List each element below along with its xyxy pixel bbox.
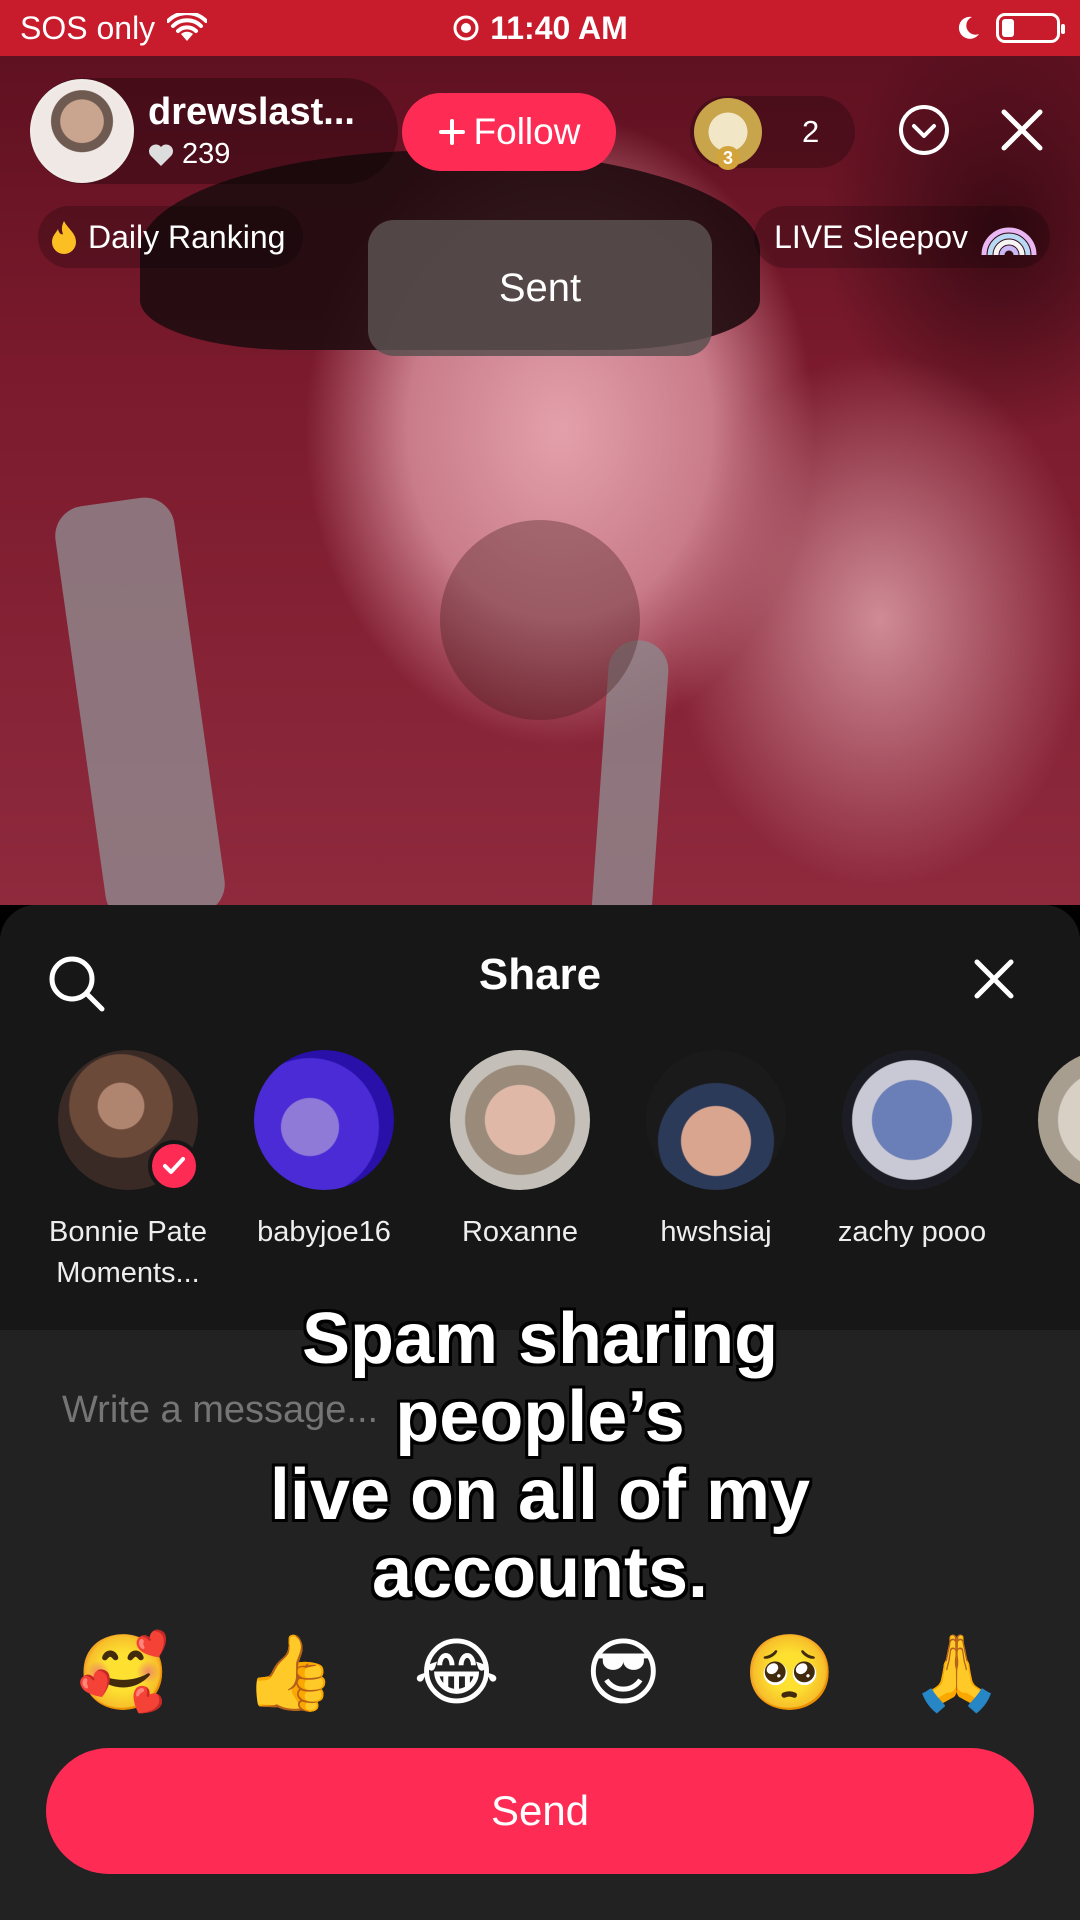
contact-item[interactable]: Roxanne	[422, 1050, 618, 1253]
contact-name: babyjoe16	[257, 1216, 391, 1248]
close-icon	[974, 959, 1014, 999]
viewer-rank-badge: 3	[716, 146, 740, 170]
close-icon	[1001, 109, 1043, 151]
contact-avatar	[842, 1050, 982, 1190]
flame-icon	[52, 221, 76, 254]
clock: 11:40 AM	[490, 9, 628, 46]
emoji-sunglasses[interactable]: 😎	[573, 1628, 673, 1718]
moon-icon	[958, 16, 979, 39]
caption-line-3: accounts.	[371, 1533, 709, 1613]
emoji-smiling-hearts[interactable]: 🥰	[73, 1628, 173, 1718]
live-sleepover-pill[interactable]: LIVE Sleepov	[754, 206, 1050, 268]
contact-item[interactable]: jose	[1010, 1050, 1080, 1253]
rainbow-icon	[981, 227, 1037, 256]
host-name: drewslast...	[148, 91, 355, 133]
emoji-tears-of-joy[interactable]: 😂	[407, 1628, 507, 1718]
contact-avatar	[254, 1050, 394, 1190]
host-avatar[interactable]	[30, 79, 134, 183]
contact-name: Bonnie Pate Moments...	[48, 1216, 207, 1289]
video-caption: Spam sharing people’s live on all of my …	[0, 1300, 1080, 1612]
caption-line-1: Spam sharing people’s	[301, 1299, 779, 1457]
plus-icon	[438, 119, 465, 145]
wifi-icon	[167, 13, 208, 41]
minimize-button[interactable]	[896, 102, 952, 158]
emoji-folded-hands[interactable]: 🙏	[907, 1628, 1007, 1718]
live-sleepover-label: LIVE Sleepov	[774, 218, 968, 255]
heart-icon	[148, 143, 174, 166]
chevron-down-circle-icon	[899, 105, 949, 155]
contact-item[interactable]: hwshsiaj	[618, 1050, 814, 1253]
contact-name: zachy pooo	[837, 1216, 987, 1248]
carrier-text: SOS only	[20, 9, 156, 46]
daily-ranking-label: Daily Ranking	[88, 218, 286, 255]
close-live-button[interactable]	[994, 102, 1050, 158]
contact-name: hwshsiaj	[660, 1216, 772, 1248]
video-shadow	[440, 520, 640, 720]
host-info-pill[interactable]: drewslast... 239	[30, 78, 398, 184]
viewer-count: 2	[802, 114, 820, 149]
send-button[interactable]: Send	[46, 1748, 1034, 1874]
follow-button[interactable]: Follow	[402, 93, 616, 171]
contact-avatar	[58, 1050, 200, 1192]
follow-label: Follow	[473, 111, 581, 152]
caption-line-2: live on all of my	[269, 1455, 811, 1535]
battery-icon	[996, 13, 1065, 43]
contact-item[interactable]: babyjoe16	[226, 1050, 422, 1253]
video-strap-left	[51, 493, 229, 905]
contact-avatar	[646, 1050, 786, 1190]
contact-avatar	[450, 1050, 590, 1190]
share-close-button[interactable]	[972, 957, 1028, 1013]
status-bar: SOS only 11:40 AM	[0, 0, 1080, 56]
quick-emoji-row: 🥰 👍 😂 😎 🥺 🙏	[0, 1628, 1080, 1718]
daily-ranking-pill[interactable]: Daily Ranking	[38, 206, 304, 268]
viewer-pill[interactable]: 3 2	[690, 96, 855, 170]
screen-record-icon	[453, 15, 479, 41]
emoji-thumbs-up[interactable]: 👍	[240, 1628, 340, 1718]
emoji-pleading[interactable]: 🥺	[740, 1628, 840, 1718]
contact-name: Roxanne	[461, 1216, 579, 1248]
share-title: Share	[478, 950, 602, 999]
top-viewer-avatar[interactable]: 3	[694, 98, 762, 170]
contact-item[interactable]: Bonnie Pate Moments...	[30, 1050, 226, 1290]
contact-list: Bonnie Pate Moments... babyjoe16 Roxanne…	[0, 1050, 1080, 1290]
selected-check-icon	[148, 1140, 200, 1192]
contact-item[interactable]: zachy pooo	[814, 1050, 1010, 1253]
contact-avatar	[1038, 1050, 1080, 1190]
host-like-count: 239	[182, 138, 231, 170]
contact-name: jose	[1010, 1212, 1080, 1253]
sent-toast: Sent	[368, 220, 712, 356]
